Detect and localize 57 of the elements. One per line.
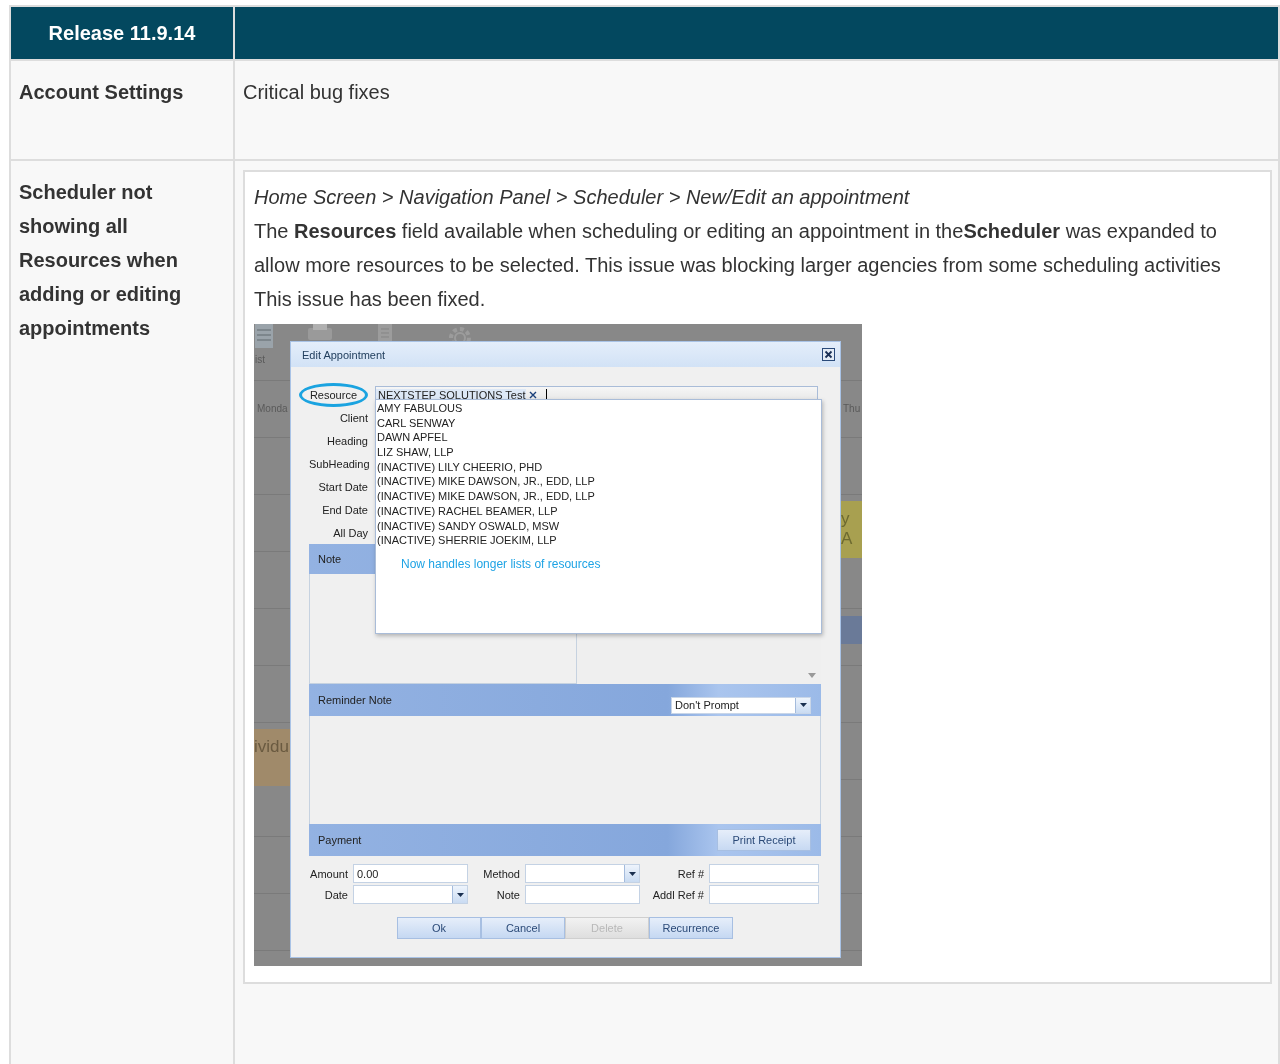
dropdown-option[interactable]: (INACTIVE) RACHEL BEAMER, LLP [376, 503, 821, 519]
calendar-event [841, 616, 862, 644]
dropdown-option[interactable]: CARL SENWAY [376, 415, 821, 431]
dropdown-option[interactable]: AMY FABULOUS [376, 401, 821, 416]
table-header-cell: Release 11.9.14 [11, 7, 235, 59]
field-label: Start Date [318, 480, 368, 493]
row-label: Scheduler not showing all Resources when adding or editing appointments [11, 159, 235, 1064]
field-label: Addl Ref # [651, 888, 704, 901]
dropdown-field[interactable] [525, 864, 640, 883]
input-field[interactable] [709, 864, 819, 883]
field-label: End Date [322, 503, 368, 516]
field-label: Client [339, 411, 368, 424]
dropdown-option[interactable]: (INACTIVE) LILY CHEERIO, PHD [376, 459, 821, 475]
field-label: Note [495, 888, 520, 901]
field-label: Heading [327, 434, 368, 447]
callout-text: Now handles longer lists of resources [401, 556, 602, 571]
dialog-button[interactable]: Ok [397, 917, 481, 939]
field-label: SubHeading [309, 457, 370, 470]
field-label: Method [482, 867, 520, 880]
field-label: Ref # [676, 867, 704, 880]
resource-tag: NEXTSTEP SOLUTIONS Test [376, 388, 526, 401]
calendar-event: y A [841, 501, 862, 558]
caret-icon [799, 703, 807, 707]
dialog-title: Edit Appointment [302, 348, 386, 361]
dialog-button[interactable]: Cancel [481, 917, 565, 939]
dropdown-option[interactable]: (INACTIVE) SANDY OSWALD, MSW [376, 518, 821, 534]
input-field[interactable] [709, 885, 819, 904]
dropdown-option[interactable]: LIZ SHAW, LLP [376, 445, 821, 460]
print-receipt-button[interactable]: Print Receipt [717, 829, 811, 851]
caret-icon [456, 892, 464, 897]
dropdown-option[interactable]: (INACTIVE) MIKE DAWSON, JR., EDD, LLP [376, 489, 821, 504]
field-label: Date [323, 888, 348, 901]
gear-icon [446, 324, 474, 342]
input-field[interactable]: 0.00 [353, 864, 468, 883]
remove-icon[interactable] [528, 390, 537, 399]
scroll-down-icon[interactable] [808, 673, 816, 678]
close-icon[interactable] [822, 348, 835, 361]
field-label: All Day [333, 526, 368, 539]
caret-icon [628, 871, 636, 876]
printer-icon [307, 324, 333, 342]
field-label: Resource [298, 382, 368, 407]
dropdown-field[interactable] [353, 885, 468, 904]
field-label: Amount [309, 867, 348, 880]
dialog-button[interactable]: Recurrence [649, 917, 733, 939]
section-title: Note [318, 553, 342, 565]
dropdown-option[interactable]: (INACTIVE) MIKE DAWSON, JR., EDD, LLP [376, 474, 821, 490]
row-label: Account Settings [11, 59, 235, 159]
status-text: This issue has been fixed. [254, 287, 487, 312]
section-title: Payment [318, 834, 362, 846]
reminder-select[interactable]: Don't Prompt [671, 696, 811, 714]
dropdown-option[interactable]: DAWN APFEL [376, 430, 821, 446]
breadcrumb-path: Home Screen > Navigation Panel > Scheduler > New/Edit an appointment [254, 185, 911, 210]
row-text: Critical bug fixes [235, 59, 1280, 159]
dropdown-option[interactable]: (INACTIVE) SHERRIE JOEKIM, LLP [376, 533, 821, 548]
section-title: Reminder Note [318, 694, 392, 706]
description-text: The Resources field available when scheduling or editing an appointment in theScheduler was expanded to allow more resources to be selected. This issue was blocking larger agencies from some scheduling activities [254, 219, 1222, 278]
input-field[interactable] [525, 885, 640, 904]
